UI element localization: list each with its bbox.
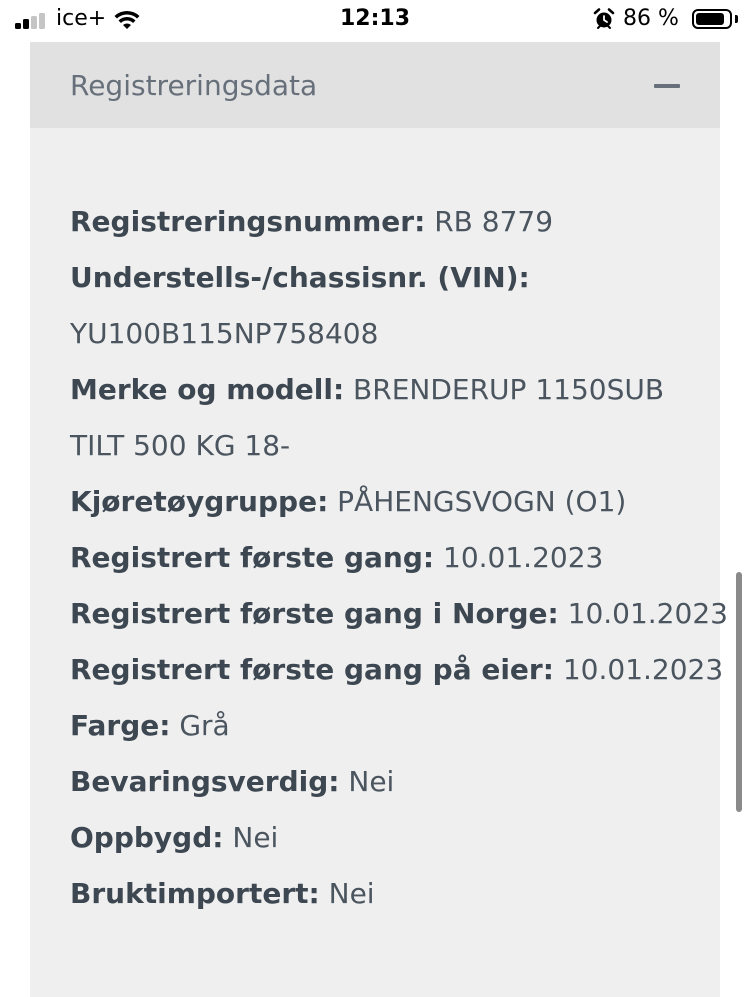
detail-label: Understells-/chassisnr. (VIN):	[70, 261, 530, 294]
detail-value: Nei	[348, 765, 395, 798]
detail-value: 10.01.2023	[567, 597, 728, 630]
detail-value: BRENDERUP 1150SUB	[353, 373, 665, 406]
detail-value: 10.01.2023	[443, 541, 604, 574]
panel-title: Registreringsdata	[70, 69, 318, 102]
minus-icon	[654, 84, 680, 88]
detail-label: Registrert første gang i Norge:	[70, 597, 559, 630]
detail-row-rebuilt: Oppbygd: Nei	[70, 810, 700, 866]
detail-label: Merke og modell:	[70, 373, 345, 406]
detail-row-first-registered-norway: Registrert første gang i Norge: 10.01.20…	[70, 586, 728, 642]
detail-row-vin-value: YU100B115NP758408	[70, 306, 700, 362]
battery-icon	[692, 9, 732, 29]
detail-label: Registrert første gang:	[70, 541, 435, 574]
panel-header[interactable]: Registreringsdata	[30, 42, 720, 128]
detail-row-first-registered: Registrert første gang: 10.01.2023	[70, 530, 700, 586]
detail-label: Farge:	[70, 709, 171, 742]
detail-value: RB 8779	[434, 205, 554, 238]
registration-data-panel: Registreringsdata Registreringsnummer: R…	[30, 42, 728, 997]
detail-row-vin-label: Understells-/chassisnr. (VIN):	[70, 250, 700, 306]
detail-value: PÅHENGSVOGN (O1)	[337, 485, 627, 518]
collapse-button[interactable]	[642, 72, 682, 100]
detail-row-color: Farge: Grå	[70, 698, 700, 754]
detail-label: Oppbygd:	[70, 821, 224, 854]
detail-value: Nei	[328, 877, 375, 910]
detail-label: Bruktimportert:	[70, 877, 320, 910]
vertical-scrollbar[interactable]	[736, 572, 742, 812]
detail-row-model: Merke og modell: BRENDERUP 1150SUB	[70, 362, 700, 418]
detail-label: Kjøretøygruppe:	[70, 485, 329, 518]
detail-value: Grå	[179, 709, 230, 742]
battery-percentage: 86 %	[623, 6, 679, 31]
detail-row-first-registered-owner: Registrert første gang på eier: 10.01.20…	[70, 642, 723, 698]
detail-label: Registreringsnummer:	[70, 205, 426, 238]
battery-tip	[735, 15, 738, 23]
detail-row-reg-number: Registreringsnummer: RB 8779	[70, 194, 700, 250]
status-bar: ice+ 12:13 86 %	[0, 0, 750, 42]
detail-row-model-cont: TILT 500 KG 18-	[70, 418, 700, 474]
detail-row-vehicle-group: Kjøretøygruppe: PÅHENGSVOGN (O1)	[70, 474, 700, 530]
alarm-clock-icon	[593, 8, 615, 29]
detail-label: Bevaringsverdig:	[70, 765, 340, 798]
detail-value: YU100B115NP758408	[70, 317, 379, 350]
detail-value: Nei	[232, 821, 279, 854]
detail-row-used-import: Bruktimportert: Nei	[70, 866, 700, 922]
detail-value: TILT 500 KG 18-	[70, 429, 291, 462]
detail-row-preservation: Bevaringsverdig: Nei	[70, 754, 700, 810]
detail-value: 10.01.2023	[562, 653, 724, 686]
registration-details: Registreringsnummer: RB 8779 Understells…	[70, 194, 728, 922]
detail-label: Registrert første gang på eier:	[70, 653, 554, 686]
